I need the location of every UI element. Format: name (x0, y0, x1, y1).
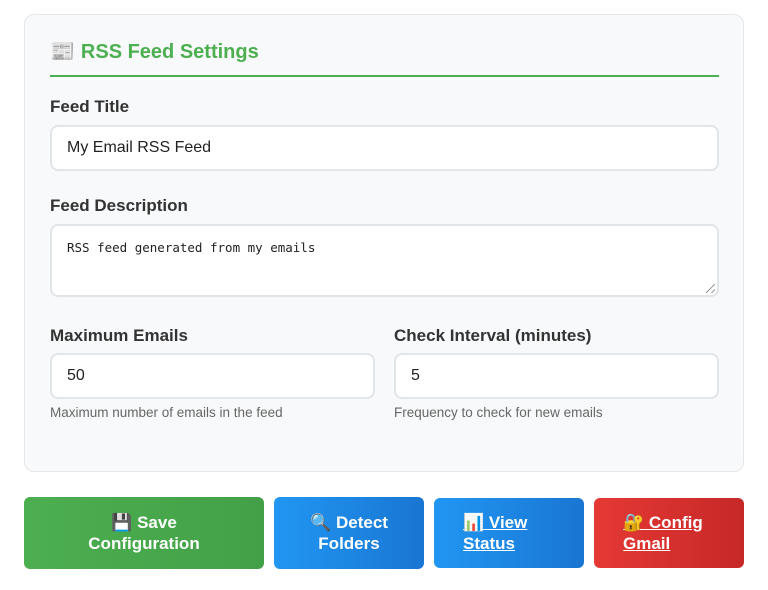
save-configuration-button[interactable]: 💾 Save Configuration (24, 497, 264, 569)
status-button-label-line1: View (488, 513, 528, 532)
max-emails-input[interactable]: 50 (50, 353, 375, 399)
feed-description-value: RSS feed generated from my emails (67, 240, 316, 255)
rss-settings-card: 📰 RSS Feed Settings Feed Title My Email … (24, 14, 744, 472)
detect-folders-button[interactable]: 🔍 Detect Folders (274, 497, 424, 569)
feed-description-textarea[interactable]: RSS feed generated from my emails (50, 224, 719, 297)
max-emails-label: Maximum Emails (50, 326, 188, 345)
check-interval-input[interactable]: 5 (394, 353, 719, 399)
max-emails-help: Maximum number of emails in the feed (50, 405, 283, 420)
gmail-button-label-line2: Gmail (623, 534, 671, 553)
detect-button-label-line2: Folders (318, 534, 380, 553)
view-status-button[interactable]: 📊 View Status (434, 498, 584, 568)
check-interval-help: Frequency to check for new emails (394, 405, 603, 420)
save-button-label-line2: Configuration (88, 534, 200, 553)
feed-title-label: Feed Title (50, 97, 130, 116)
floppy-disk-icon: 💾 (111, 513, 133, 532)
detect-button-label-line1: Detect (335, 513, 388, 532)
feed-description-label: Feed Description (50, 196, 188, 215)
lock-key-icon: 🔐 (623, 513, 645, 532)
resize-handle-icon[interactable] (706, 284, 715, 293)
check-interval-value: 5 (411, 367, 420, 384)
feed-title-input[interactable]: My Email RSS Feed (50, 125, 719, 171)
section-title-text: RSS Feed Settings (80, 41, 259, 63)
section-title: 📰 RSS Feed Settings (50, 39, 719, 77)
magnifier-icon: 🔍 (310, 513, 332, 532)
status-button-label-line2: Status (463, 534, 515, 553)
bar-chart-icon: 📊 (463, 513, 485, 532)
max-emails-value: 50 (67, 367, 85, 384)
newspaper-icon: 📰 (50, 41, 75, 63)
config-gmail-button[interactable]: 🔐 Config Gmail (594, 498, 744, 568)
feed-title-value: My Email RSS Feed (67, 139, 212, 156)
gmail-button-label-line1: Config (648, 513, 703, 532)
save-button-label-line1: Save (137, 513, 177, 532)
check-interval-label: Check Interval (minutes) (394, 326, 592, 345)
